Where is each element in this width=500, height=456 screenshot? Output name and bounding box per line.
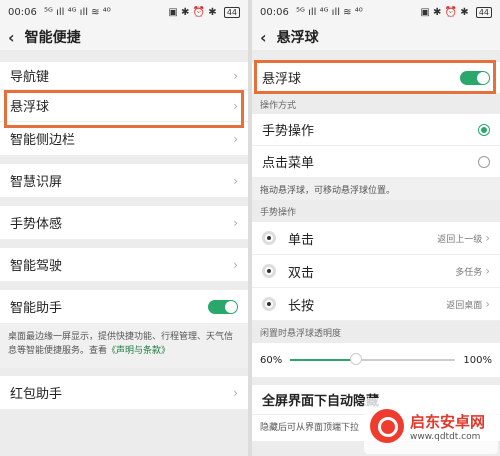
chevron-right-icon: › — [485, 231, 490, 245]
opacity-slider[interactable] — [290, 353, 456, 365]
chevron-right-icon: › — [485, 297, 490, 311]
signal-icons: ⁵ᴳ ıll ⁴ᴳ ıll ≋ ⁴⁰ — [44, 6, 111, 18]
left-screen: 00:06 ⁵ᴳ ıll ⁴ᴳ ıll ≋ ⁴⁰ ▣ ✱ ⏰ ✱ 44 ‹ 智能… — [0, 0, 248, 456]
gesture-label: 长按 — [288, 298, 315, 314]
gesture-value: 多任务 — [455, 268, 483, 278]
item-label: 智慧识屏 — [10, 175, 63, 190]
status-bar: 00:06 ⁵ᴳ ıll ⁴ᴳ ıll ≋ ⁴⁰ ▣ ✱ ⏰ ✱ 44 — [252, 0, 500, 24]
opacity-slider-row: 60% 100% — [252, 343, 500, 377]
item-smart-driving[interactable]: 智能驾驶 › — [0, 248, 248, 282]
opacity-min: 60% — [260, 354, 283, 366]
item-smart-assistant: 智能助手 — [0, 290, 248, 324]
gesture-label: 双击 — [288, 265, 315, 281]
operation-mode-label: 操作方式 — [260, 100, 297, 111]
gesture-value: 返回桌面 — [446, 301, 483, 311]
opacity-label: 闲置时悬浮球透明度 — [260, 328, 342, 339]
title-bar: ‹ 悬浮球 — [252, 24, 500, 50]
battery-icon: 44 — [223, 6, 240, 18]
status-right-icons: ▣ ✱ ⏰ ✱ — [168, 6, 217, 18]
back-arrow-icon[interactable]: ‹ — [8, 28, 15, 47]
fullscreen-label: 全屏界面下自动隐藏 — [262, 394, 380, 409]
opacity-max: 100% — [463, 354, 492, 366]
gesture-double-tap[interactable]: 双击 多任务 › — [252, 255, 500, 288]
page-title: 智能便捷 — [24, 30, 81, 46]
item-gesture-motion[interactable]: 手势体感 › — [0, 206, 248, 240]
right-screen: 00:06 ⁵ᴳ ıll ⁴ᴳ ıll ≋ ⁴⁰ ▣ ✱ ⏰ ✱ 44 ‹ 悬浮… — [252, 0, 500, 456]
status-right-icons: ▣ ✱ ⏰ ✱ — [420, 6, 469, 18]
item-label: 智能驾驶 — [10, 259, 63, 274]
chevron-right-icon: › — [233, 131, 238, 146]
sidebar-item-nav-keys[interactable]: 导航键 › — [0, 62, 248, 90]
chevron-right-icon: › — [233, 385, 238, 400]
gesture-section-label: 手势操作 — [260, 207, 297, 218]
item-label: 智能助手 — [10, 301, 63, 316]
chevron-right-icon: › — [233, 257, 238, 272]
radio-unselected[interactable] — [478, 155, 490, 168]
signal-icons: ⁵ᴳ ıll ⁴ᴳ ıll ≋ ⁴⁰ — [296, 6, 363, 18]
watermark-logo-icon — [370, 409, 404, 443]
item-red-packet[interactable]: 红包助手 › — [0, 376, 248, 410]
slider-fill — [290, 359, 357, 361]
option-label: 点击菜单 — [262, 156, 315, 171]
status-time: 00:06 — [8, 6, 37, 18]
assistant-description: 桌面最边缘一屏显示，提供快捷功能、行程管理、天气信息等智能便捷服务。查看《声明与… — [0, 324, 248, 368]
tap-icon — [262, 264, 276, 278]
gesture-value: 返回上一级 — [437, 235, 483, 245]
highlight-box — [4, 90, 244, 128]
title-bar: ‹ 智能便捷 — [0, 24, 248, 50]
highlight-box — [254, 60, 496, 94]
status-bar: 00:06 ⁵ᴳ ıll ⁴ᴳ ıll ≋ ⁴⁰ ▣ ✱ ⏰ ✱ 44 — [0, 0, 248, 24]
chevron-right-icon: › — [233, 215, 238, 230]
item-label: 导航键 — [10, 70, 50, 85]
terms-link[interactable]: 《声明与条款》 — [107, 346, 170, 356]
tap-icon — [262, 297, 276, 311]
gesture-long-press[interactable]: 长按 返回桌面 › — [252, 288, 500, 321]
option-label: 手势操作 — [262, 124, 315, 139]
item-label: 智能侧边栏 — [10, 133, 76, 148]
option-gesture-mode[interactable]: 手势操作 — [252, 114, 500, 146]
assistant-toggle[interactable] — [208, 299, 238, 314]
chevron-right-icon: › — [485, 264, 490, 278]
item-label: 红包助手 — [10, 387, 63, 402]
watermark-url: www.qdtdt.com — [410, 431, 481, 442]
radio-selected[interactable] — [478, 123, 490, 136]
tap-icon — [262, 231, 276, 245]
slider-thumb[interactable] — [350, 353, 363, 365]
chevron-right-icon: › — [233, 173, 238, 188]
status-time: 00:06 — [260, 6, 289, 18]
chevron-right-icon: › — [233, 68, 238, 83]
gesture-single-tap[interactable]: 单击 返回上一级 › — [252, 222, 500, 255]
watermark-name: 启东安卓网 — [410, 412, 486, 431]
page-title: 悬浮球 — [276, 30, 319, 46]
drag-hint: 拖动悬浮球，可移动悬浮球位置。 — [252, 178, 500, 200]
gesture-label: 单击 — [288, 232, 315, 248]
watermark: 启东安卓网 www.qdtdt.com — [364, 398, 498, 454]
item-smart-screen[interactable]: 智慧识屏 › — [0, 164, 248, 198]
item-label: 手势体感 — [10, 217, 63, 232]
back-arrow-icon[interactable]: ‹ — [260, 28, 267, 47]
option-click-menu[interactable]: 点击菜单 — [252, 146, 500, 178]
battery-icon: 44 — [475, 6, 492, 18]
